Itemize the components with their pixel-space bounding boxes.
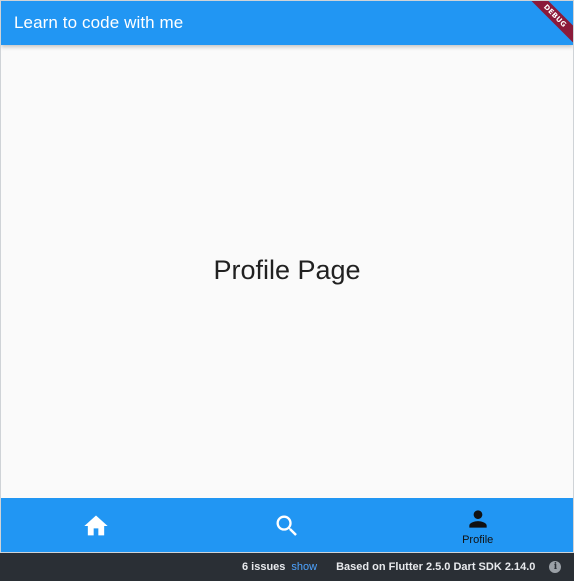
- page-body: Profile Page: [1, 45, 573, 498]
- bottom-navigation-bar: Profile: [1, 498, 573, 552]
- debug-banner-label: DEBUG: [525, 1, 573, 48]
- info-icon[interactable]: i: [549, 561, 562, 573]
- debug-banner: DEBUG: [525, 1, 573, 49]
- status-bar: 6 issues show Based on Flutter 2.5.0 Dar…: [0, 553, 574, 581]
- home-icon: [84, 515, 108, 536]
- nav-item-search[interactable]: [192, 498, 383, 552]
- nav-item-profile[interactable]: Profile: [382, 498, 573, 552]
- app-window: Learn to code with me DEBUG Profile Page…: [0, 0, 574, 553]
- flutter-version-info: Based on Flutter 2.5.0 Dart SDK 2.14.0: [336, 561, 536, 573]
- search-icon: [276, 515, 297, 536]
- nav-item-home[interactable]: [1, 498, 192, 552]
- show-issues-link[interactable]: show: [291, 561, 317, 573]
- app-bar: Learn to code with me: [1, 1, 573, 45]
- person-icon: [469, 510, 487, 528]
- nav-item-profile-label: Profile: [462, 534, 494, 546]
- issues-count: 6 issues: [242, 561, 286, 573]
- page-title: Profile Page: [213, 255, 361, 285]
- app-bar-title: Learn to code with me: [14, 13, 184, 32]
